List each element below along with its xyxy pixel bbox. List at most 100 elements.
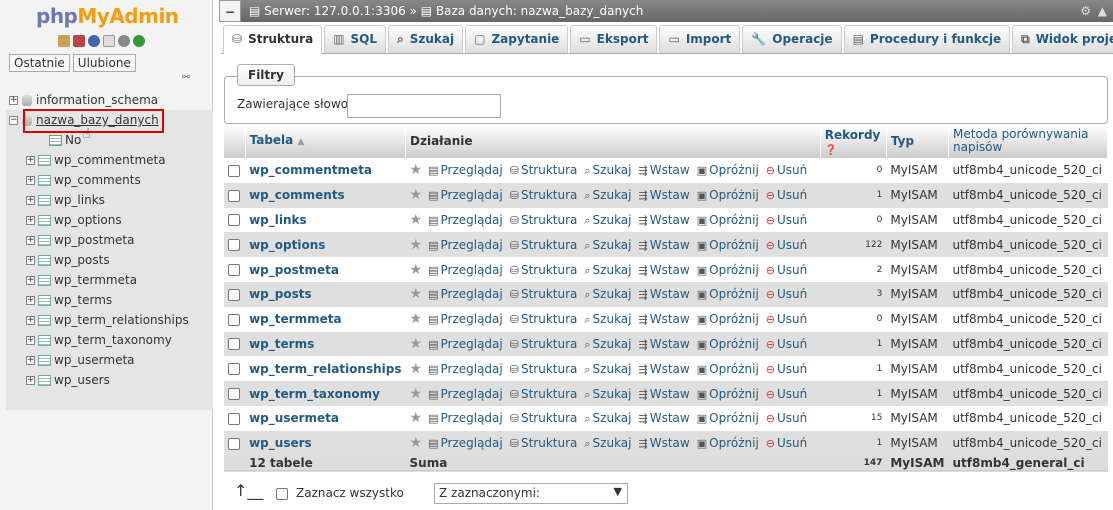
expand-icon[interactable]: + — [26, 236, 35, 245]
structure-action[interactable]: ⛁ Struktura — [510, 263, 578, 277]
tab-search[interactable]: ⌕ Szukaj — [388, 25, 464, 53]
browse-action[interactable]: ▤ Przeglądaj — [428, 213, 503, 227]
structure-action[interactable]: ⛁ Struktura — [510, 436, 578, 450]
empty-action[interactable]: ▣ Opróżnij — [697, 387, 759, 401]
star-icon[interactable]: ★ — [410, 435, 423, 451]
structure-action[interactable]: ⛁ Struktura — [510, 188, 578, 202]
drop-action[interactable]: ⊖ Usuń — [766, 213, 807, 227]
row-checkbox[interactable] — [228, 164, 240, 177]
sort-table-link[interactable]: Tabela — [250, 133, 294, 147]
drop-action[interactable]: ⊖ Usuń — [766, 287, 807, 301]
table-name-link[interactable]: wp_options — [249, 238, 325, 252]
collapse-icon[interactable]: − — [9, 116, 18, 125]
star-icon[interactable]: ★ — [410, 262, 423, 278]
browse-action[interactable]: ▤ Przeglądaj — [428, 163, 503, 177]
expand-icon[interactable]: + — [26, 216, 35, 225]
search-action[interactable]: ⌕ Szukaj — [584, 263, 631, 277]
row-checkbox[interactable] — [228, 264, 240, 277]
expand-icon[interactable]: + — [26, 256, 35, 265]
drop-action[interactable]: ⊖ Usuń — [766, 188, 807, 202]
with-selected-dropdown[interactable]: Z zaznaczonymi: ▼ — [434, 483, 628, 504]
recent-button[interactable]: Ostatnie — [9, 54, 70, 72]
star-icon[interactable]: ★ — [410, 311, 423, 327]
select-all-label[interactable]: Zaznacz wszystko — [296, 486, 404, 500]
tab-import[interactable]: ▭ Import — [659, 25, 741, 53]
structure-action[interactable]: ⛁ Struktura — [510, 163, 578, 177]
row-checkbox[interactable] — [228, 338, 240, 351]
empty-action[interactable]: ▣ Opróżnij — [697, 163, 759, 177]
tree-table-wp-term-relationships[interactable]: + wp_term_relationships — [26, 310, 189, 330]
drop-action[interactable]: ⊖ Usuń — [766, 337, 807, 351]
empty-action[interactable]: ▣ Opróżnij — [697, 188, 759, 202]
select-all-checkbox[interactable] — [276, 487, 288, 500]
structure-action[interactable]: ⛁ Struktura — [510, 213, 578, 227]
browse-action[interactable]: ▤ Przeglądaj — [428, 436, 503, 450]
insert-action[interactable]: ⇶ Wstaw — [639, 287, 690, 301]
drop-action[interactable]: ⊖ Usuń — [766, 238, 807, 252]
sort-type-link[interactable]: Typ — [891, 134, 914, 148]
star-icon[interactable]: ★ — [410, 361, 423, 377]
table-name-link[interactable]: wp_terms — [249, 337, 314, 351]
settings-gear-icon[interactable]: ⚙ — [1080, 0, 1091, 22]
scroll-top-icon[interactable]: ▲ — [1098, 0, 1107, 22]
star-icon[interactable]: ★ — [410, 410, 423, 426]
table-name-link[interactable]: wp_commentmeta — [249, 163, 372, 177]
table-name-link[interactable]: wp_comments — [249, 188, 345, 202]
drop-action[interactable]: ⊖ Usuń — [766, 163, 807, 177]
help-icon[interactable] — [88, 35, 100, 47]
table-name-link[interactable]: wp_posts — [249, 287, 312, 301]
select-all[interactable]: Zaznacz wszystko — [276, 486, 404, 500]
empty-action[interactable]: ▣ Opróżnij — [697, 213, 759, 227]
row-checkbox[interactable] — [228, 437, 240, 450]
empty-action[interactable]: ▣ Opróżnij — [697, 337, 759, 351]
star-icon[interactable]: ★ — [410, 336, 423, 352]
browse-action[interactable]: ▤ Przeglądaj — [428, 287, 503, 301]
expand-icon[interactable]: + — [26, 196, 35, 205]
browse-action[interactable]: ▤ Przeglądaj — [428, 238, 503, 252]
tree-table-wp-posts[interactable]: + wp_posts — [26, 250, 110, 270]
expand-icon[interactable]: + — [26, 356, 35, 365]
browse-action[interactable]: ▤ Przeglądaj — [428, 263, 503, 277]
insert-action[interactable]: ⇶ Wstaw — [639, 188, 690, 202]
empty-action[interactable]: ▣ Opróżnij — [697, 263, 759, 277]
tab-structure[interactable]: ⛁ Struktura — [223, 25, 323, 54]
table-name-link[interactable]: wp_links — [249, 213, 307, 227]
search-action[interactable]: ⌕ Szukaj — [584, 436, 631, 450]
star-icon[interactable]: ★ — [410, 386, 423, 402]
tab-routines[interactable]: ▤ Procedury i funkcje — [843, 25, 1011, 53]
row-checkbox[interactable] — [228, 313, 240, 326]
header-type[interactable]: Typ — [886, 126, 950, 158]
row-checkbox[interactable] — [228, 189, 240, 202]
star-icon[interactable]: ★ — [410, 237, 423, 253]
browse-action[interactable]: ▤ Przeglądaj — [428, 337, 503, 351]
tab-query[interactable]: ▢ Zapytanie — [465, 25, 569, 53]
table-name-link[interactable]: wp_usermeta — [249, 411, 339, 425]
row-checkbox[interactable] — [228, 214, 240, 227]
row-checkbox[interactable] — [228, 388, 240, 401]
drop-action[interactable]: ⊖ Usuń — [766, 263, 807, 277]
sort-rows-link[interactable]: Rekordy — [825, 128, 881, 142]
star-icon[interactable]: ★ — [410, 162, 423, 178]
reload-icon[interactable] — [133, 35, 145, 47]
star-icon[interactable]: ★ — [410, 212, 423, 228]
header-rows[interactable]: Rekordy ❓ — [820, 126, 887, 158]
tree-table-wp-links[interactable]: + wp_links — [26, 190, 105, 210]
breadcrumb-server[interactable]: Serwer: 127.0.0.1:3306 — [264, 4, 406, 18]
drop-action[interactable]: ⊖ Usuń — [766, 436, 807, 450]
tab-designer[interactable]: ⧉ Widok projektu — [1012, 25, 1113, 53]
structure-action[interactable]: ⛁ Struktura — [510, 387, 578, 401]
structure-action[interactable]: ⛁ Struktura — [510, 337, 578, 351]
browse-action[interactable]: ▤ Przeglądaj — [428, 188, 503, 202]
drop-action[interactable]: ⊖ Usuń — [766, 362, 807, 376]
breadcrumb-db[interactable]: Baza danych: nazwa_bazy_danych — [436, 4, 643, 18]
tree-table-wp-postmeta[interactable]: + wp_postmeta — [26, 230, 134, 250]
search-action[interactable]: ⌕ Szukaj — [584, 387, 631, 401]
drop-action[interactable]: ⊖ Usuń — [766, 411, 807, 425]
table-name-link[interactable]: wp_term_relationships — [249, 362, 401, 376]
star-icon[interactable]: ★ — [410, 187, 423, 203]
search-action[interactable]: ⌕ Szukaj — [584, 411, 631, 425]
tree-table-wp-term-taxonomy[interactable]: + wp_term_taxonomy — [26, 330, 172, 350]
tree-table-wp-options[interactable]: + wp_options — [26, 210, 122, 230]
structure-action[interactable]: ⛁ Struktura — [510, 411, 578, 425]
browse-action[interactable]: ▤ Przeglądaj — [428, 312, 503, 326]
